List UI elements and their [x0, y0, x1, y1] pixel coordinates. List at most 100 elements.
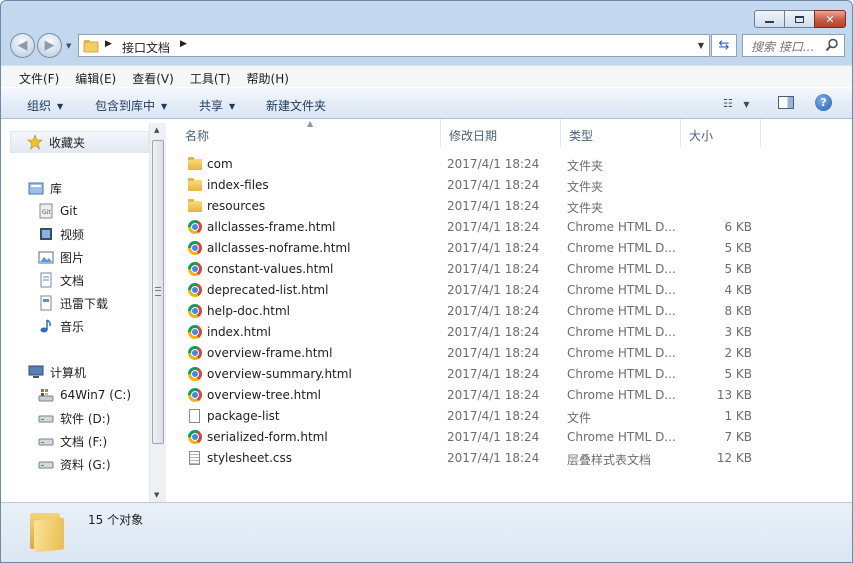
include-library-button[interactable]: 包含到库中 ▼ — [95, 97, 167, 114]
column-header-size[interactable]: 大小 — [681, 119, 761, 147]
file-name: package-list — [207, 409, 280, 423]
sidebar-item-label: 文档 — [60, 273, 85, 288]
sidebar-item-label: 库 — [50, 181, 63, 196]
file-type: Chrome HTML D... — [567, 241, 676, 255]
new-folder-button[interactable]: 新建文件夹 — [266, 97, 326, 114]
file-row[interactable]: resources 2017/4/1 18:24 文件夹 — [177, 196, 852, 217]
maximize-button[interactable] — [784, 10, 815, 28]
minimize-button[interactable] — [754, 10, 785, 28]
sidebar-item-drive-d[interactable]: 软件 (D:) — [10, 407, 149, 429]
file-modified-date: 2017/4/1 18:24 — [447, 178, 540, 192]
file-type: Chrome HTML D... — [567, 325, 676, 339]
sidebar-item-drive-g[interactable]: 资料 (G:) — [10, 453, 149, 475]
music-icon — [40, 319, 51, 333]
refresh-button[interactable]: ⇆ — [711, 34, 737, 57]
sidebar-item-label: 64Win7 (C:) — [60, 388, 132, 402]
file-row[interactable]: overview-summary.html 2017/4/1 18:24 Chrom… — [177, 364, 852, 385]
sidebar-item-documents[interactable]: 文档 — [10, 269, 149, 291]
file-type: 文件夹 — [567, 180, 604, 194]
file-type: Chrome HTML D... — [567, 304, 676, 318]
file-modified-date: 2017/4/1 18:24 — [447, 409, 540, 423]
back-button[interactable]: ◀ — [10, 33, 35, 58]
library-icon — [28, 182, 44, 195]
preview-pane-toggle[interactable] — [778, 96, 794, 109]
scroll-up-icon[interactable]: ▲ — [154, 126, 159, 134]
file-name: overview-frame.html — [207, 346, 333, 360]
file-row[interactable]: index-files 2017/4/1 18:24 文件夹 — [177, 175, 852, 196]
menu-view[interactable]: 查看(V) — [124, 66, 182, 87]
address-bar[interactable]: ▶ 接口文档 ▶ ▼ — [78, 34, 710, 57]
menu-tools[interactable]: 工具(T) — [182, 66, 239, 87]
sidebar-item-favorites[interactable]: 收藏夹 — [10, 131, 149, 153]
file-row[interactable]: deprecated-list.html 2017/4/1 18:24 Chrome… — [177, 280, 852, 301]
sidebar-item-libraries[interactable]: 库 — [10, 177, 149, 199]
search-input[interactable] — [749, 36, 827, 57]
file-size: 4 KB — [724, 283, 752, 297]
sidebar-item-git[interactable]: Git Git — [10, 200, 149, 222]
address-history-dropdown-icon[interactable]: ▼ — [698, 41, 704, 50]
item-count: 15 个对象 — [88, 513, 144, 527]
file-size: 3 KB — [724, 325, 752, 339]
sidebar-item-videos[interactable]: 视频 — [10, 223, 149, 245]
file-type: Chrome HTML D... — [567, 430, 676, 444]
sidebar-item-label: 视频 — [60, 227, 85, 242]
file-row[interactable]: help-doc.html 2017/4/1 18:24 Chrome HTML D… — [177, 301, 852, 322]
file-size: 8 KB — [724, 304, 752, 318]
sidebar-item-thunder-downloads[interactable]: 迅雷下载 — [10, 292, 149, 314]
column-header-type[interactable]: 类型 — [561, 119, 681, 147]
file-modified-date: 2017/4/1 18:24 — [447, 430, 540, 444]
documents-icon — [40, 272, 52, 288]
file-type: 文件 — [567, 411, 592, 425]
file-name: deprecated-list.html — [207, 283, 329, 297]
column-header-name[interactable]: 名称 ▲ — [177, 119, 441, 147]
css-file-icon — [187, 450, 203, 466]
sidebar-item-pictures[interactable]: 图片 — [10, 246, 149, 268]
system-drive-icon — [38, 389, 54, 402]
file-type: 层叠样式表文档 — [567, 453, 652, 467]
menu-help[interactable]: 帮助(H) — [239, 66, 297, 87]
file-row[interactable]: package-list 2017/4/1 18:24 文件 1 KB — [177, 406, 852, 427]
recent-pages-dropdown[interactable]: ▼ — [66, 42, 71, 50]
breadcrumb-separator-icon[interactable]: ▶ — [105, 39, 112, 49]
file-type: Chrome HTML D... — [567, 220, 676, 234]
file-row[interactable]: stylesheet.css 2017/4/1 18:24 层叠样式表文档 12 KB — [177, 448, 852, 469]
share-button[interactable]: 共享 ▼ — [199, 97, 235, 114]
scrollbar-thumb[interactable] — [152, 140, 164, 444]
forward-button[interactable]: ▶ — [37, 33, 62, 58]
dropdown-caret-icon: ▼ — [161, 102, 168, 111]
search-icon — [825, 38, 838, 52]
file-row[interactable]: serialized-form.html 2017/4/1 18:24 Chrome… — [177, 427, 852, 448]
menu-edit[interactable]: 编辑(E) — [67, 66, 124, 87]
change-view-button[interactable]: ☷ ▼ — [723, 97, 750, 110]
menu-file[interactable]: 文件(F) — [11, 66, 67, 87]
sidebar-item-computer[interactable]: 计算机 — [10, 361, 149, 383]
chrome-icon — [187, 345, 203, 361]
sidebar-item-drive-c[interactable]: 64Win7 (C:) — [10, 384, 149, 406]
file-row[interactable]: allclasses-frame.html 2017/4/1 18:24 Chrom… — [177, 217, 852, 238]
menu-bar: 文件(F) 编辑(E) 查看(V) 工具(T) 帮助(H) — [1, 65, 852, 87]
file-name: overview-tree.html — [207, 388, 322, 402]
command-bar: 组织 ▼ 包含到库中 ▼ 共享 ▼ 新建文件夹 ☷ ▼ ? — [1, 87, 852, 119]
column-header-date[interactable]: 修改日期 — [441, 119, 561, 147]
breadcrumb-current[interactable]: 接口文档 — [122, 39, 170, 56]
sidebar-item-label: 资料 (G:) — [60, 457, 111, 472]
navigation-scrollbar[interactable]: ▲ ▼ — [149, 123, 166, 502]
file-row[interactable]: index.html 2017/4/1 18:24 Chrome HTML D...… — [177, 322, 852, 343]
close-button[interactable]: ✕ — [814, 10, 846, 28]
file-name: constant-values.html — [207, 262, 334, 276]
organize-button[interactable]: 组织 ▼ — [27, 97, 63, 114]
file-modified-date: 2017/4/1 18:24 — [447, 451, 540, 465]
breadcrumb-separator-icon[interactable]: ▶ — [180, 39, 187, 49]
file-row[interactable]: allclasses-noframe.html 2017/4/1 18:24 Chr… — [177, 238, 852, 259]
help-icon[interactable]: ? — [815, 94, 832, 111]
file-name: serialized-form.html — [207, 430, 328, 444]
sidebar-item-drive-f[interactable]: 文档 (F:) — [10, 430, 149, 452]
file-row[interactable]: overview-frame.html 2017/4/1 18:24 Chrome … — [177, 343, 852, 364]
sidebar-item-music[interactable]: 音乐 — [10, 315, 149, 337]
search-box[interactable] — [742, 34, 845, 57]
file-row[interactable]: com 2017/4/1 18:24 文件夹 — [177, 154, 852, 175]
file-size: 1 KB — [724, 409, 752, 423]
file-row[interactable]: constant-values.html 2017/4/1 18:24 Chrome… — [177, 259, 852, 280]
file-row[interactable]: overview-tree.html 2017/4/1 18:24 Chrome H… — [177, 385, 852, 406]
scroll-down-icon[interactable]: ▼ — [154, 491, 159, 499]
